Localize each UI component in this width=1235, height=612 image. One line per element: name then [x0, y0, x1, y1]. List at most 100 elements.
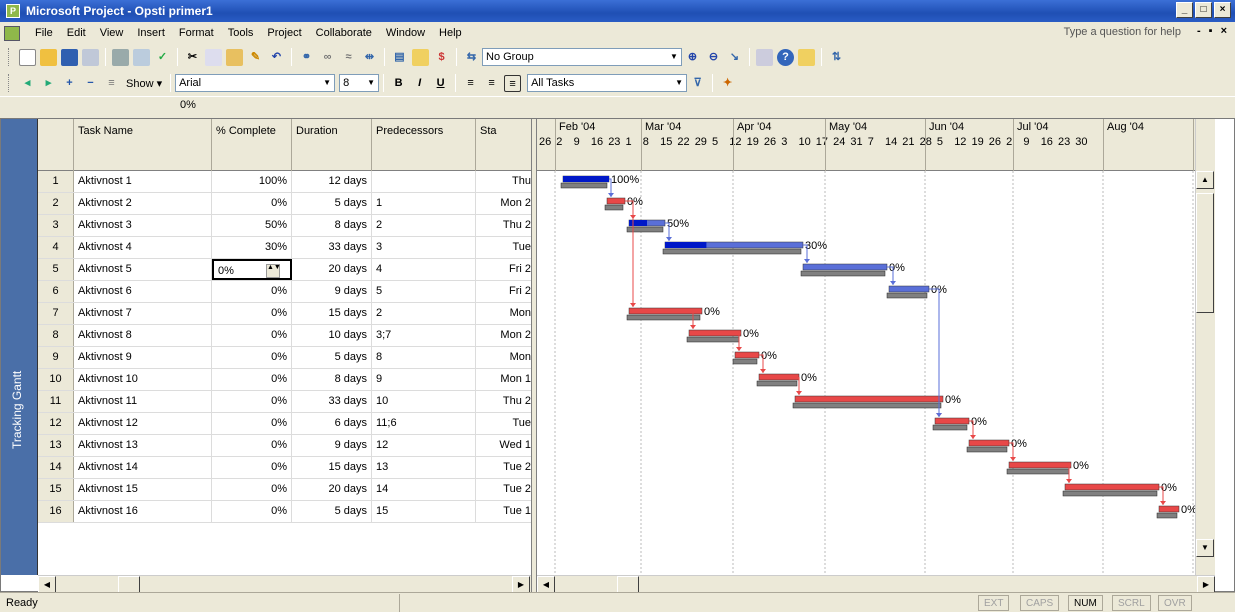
details-icon[interactable] — [798, 48, 815, 66]
task-information-icon[interactable]: ▤ — [391, 49, 408, 66]
menu-project[interactable]: Project — [260, 27, 308, 39]
document-icon[interactable] — [4, 25, 20, 41]
task-id[interactable]: 1 — [38, 171, 74, 192]
task-predecessors[interactable]: 4 — [372, 259, 476, 280]
task-duration[interactable]: 15 days — [292, 303, 372, 324]
insert-hyperlink-icon[interactable]: ⚭ — [298, 49, 315, 66]
header-task-name[interactable]: Task Name — [74, 119, 212, 171]
new-icon[interactable] — [19, 48, 36, 66]
task-duration[interactable]: 8 days — [292, 215, 372, 236]
task-duration[interactable]: 5 days — [292, 347, 372, 368]
task-percent-complete[interactable]: 50% — [212, 215, 292, 236]
task-id[interactable]: 6 — [38, 281, 74, 302]
task-start[interactable]: Tue 2 — [476, 457, 531, 478]
chevron-down-icon[interactable]: ▼ — [667, 49, 681, 65]
task-id[interactable]: 10 — [38, 369, 74, 390]
task-percent-complete[interactable]: 0% — [212, 391, 292, 412]
task-name[interactable]: Aktivnost 14 — [74, 457, 212, 478]
task-bar[interactable] — [802, 263, 888, 271]
unlink-tasks-icon[interactable]: ≈ — [340, 49, 357, 66]
table-row[interactable]: 11 Aktivnost 11 0% 33 days 10 Thu 2 — [38, 391, 531, 413]
copy-icon[interactable] — [205, 48, 222, 66]
menu-insert[interactable]: Insert — [130, 27, 172, 39]
task-name[interactable]: Aktivnost 3 — [74, 215, 212, 236]
task-id[interactable]: 2 — [38, 193, 74, 214]
task-bar[interactable] — [734, 351, 760, 359]
doc-restore-button[interactable]: ▪ — [1209, 25, 1213, 37]
show-subtasks-icon[interactable]: + — [61, 75, 78, 92]
table-row[interactable]: 6 Aktivnost 6 0% 9 days 5 Fri 2 — [38, 281, 531, 303]
table-row[interactable]: 8 Aktivnost 8 0% 10 days 3;7 Mon 2 — [38, 325, 531, 347]
menu-format[interactable]: Format — [172, 27, 221, 39]
task-duration[interactable]: 9 days — [292, 435, 372, 456]
task-start[interactable]: Thu 2 — [476, 391, 531, 412]
bold-icon[interactable]: B — [390, 75, 407, 92]
task-id[interactable]: 13 — [38, 435, 74, 456]
task-bar[interactable] — [1064, 483, 1160, 491]
align-center-icon[interactable]: ≡ — [483, 75, 500, 92]
task-predecessors[interactable]: 1 — [372, 193, 476, 214]
task-percent-complete[interactable]: 0% — [212, 193, 292, 214]
task-name[interactable]: Aktivnost 9 — [74, 347, 212, 368]
scroll-down-button[interactable]: ▼ — [1196, 539, 1214, 557]
task-percent-complete[interactable]: 0% — [212, 369, 292, 390]
task-predecessors[interactable]: 9 — [372, 369, 476, 390]
task-name[interactable]: Aktivnost 11 — [74, 391, 212, 412]
restore-button[interactable]: □ — [1195, 2, 1212, 18]
print-preview-icon[interactable] — [133, 48, 150, 66]
table-row[interactable]: 12 Aktivnost 12 0% 6 days 11;6 Tue — [38, 413, 531, 435]
filter-combo[interactable]: All Tasks ▼ — [527, 74, 688, 92]
task-predecessors[interactable]: 3;7 — [372, 325, 476, 346]
task-percent-complete[interactable]: 0% — [212, 435, 292, 456]
task-start[interactable]: Tue — [476, 413, 531, 434]
menu-collaborate[interactable]: Collaborate — [309, 27, 379, 39]
task-id[interactable]: 14 — [38, 457, 74, 478]
copy-picture-icon[interactable] — [756, 48, 773, 66]
table-row[interactable]: 7 Aktivnost 7 0% 15 days 2 Mon — [38, 303, 531, 325]
chevron-down-icon[interactable]: ▼ — [320, 75, 334, 91]
task-name[interactable]: Aktivnost 4 — [74, 237, 212, 258]
publish-icon[interactable]: ⇆ — [463, 49, 480, 66]
task-percent-complete[interactable]: 0% — [212, 501, 292, 522]
task-bar[interactable] — [1158, 505, 1180, 513]
close-button[interactable]: × — [1214, 2, 1231, 18]
save-icon[interactable] — [61, 48, 78, 66]
table-row[interactable]: 1 Aktivnost 1 100% 12 days Thu — [38, 171, 531, 193]
task-predecessors[interactable]: 8 — [372, 347, 476, 368]
help-question-box[interactable]: Type a question for help — [1064, 26, 1181, 38]
help-icon[interactable]: ? — [777, 48, 794, 66]
gantt-horizontal-scrollbar[interactable]: ◀ ▶ — [537, 575, 1215, 594]
task-bar[interactable] — [968, 439, 1010, 447]
task-start[interactable]: Mon 2 — [476, 325, 531, 346]
task-duration[interactable]: 8 days — [292, 369, 372, 390]
open-icon[interactable] — [40, 48, 57, 66]
task-duration[interactable]: 20 days — [292, 479, 372, 500]
task-bar[interactable] — [606, 197, 626, 205]
task-duration[interactable]: 12 days — [292, 171, 372, 192]
spinner-control[interactable]: ▲▼ — [266, 264, 281, 278]
vertical-scrollbar[interactable]: ▲ ▼ — [1195, 119, 1215, 575]
task-start[interactable]: Fri 2 — [476, 259, 531, 280]
menu-tools[interactable]: Tools — [221, 27, 261, 39]
task-percent-complete[interactable]: 0% — [212, 303, 292, 324]
align-left-icon[interactable]: ≡ — [462, 75, 479, 92]
task-bar[interactable] — [794, 395, 944, 403]
undo-icon[interactable]: ↶ — [268, 49, 285, 66]
task-id[interactable]: 15 — [38, 479, 74, 500]
task-start[interactable]: Tue — [476, 237, 531, 258]
autofilter-icon[interactable]: ⊽ — [689, 75, 706, 92]
task-notes-icon[interactable] — [412, 48, 429, 66]
task-predecessors[interactable]: 11;6 — [372, 413, 476, 434]
task-predecessors[interactable]: 14 — [372, 479, 476, 500]
task-bar[interactable] — [758, 373, 800, 381]
table-row[interactable]: 5 Aktivnost 5 0% ▲▼ 20 days 4 Fri 2 — [38, 259, 531, 281]
task-percent-complete[interactable]: 0% — [212, 413, 292, 434]
task-percent-complete[interactable]: 0% — [212, 479, 292, 500]
table-row[interactable]: 3 Aktivnost 3 50% 8 days 2 Thu 2 — [38, 215, 531, 237]
link-tasks-icon[interactable]: ∞ — [319, 49, 336, 66]
task-start[interactable]: Fri 2 — [476, 281, 531, 302]
task-bar[interactable] — [1008, 461, 1072, 469]
task-predecessors[interactable]: 5 — [372, 281, 476, 302]
header-id[interactable] — [38, 119, 74, 171]
menu-edit[interactable]: Edit — [60, 27, 93, 39]
